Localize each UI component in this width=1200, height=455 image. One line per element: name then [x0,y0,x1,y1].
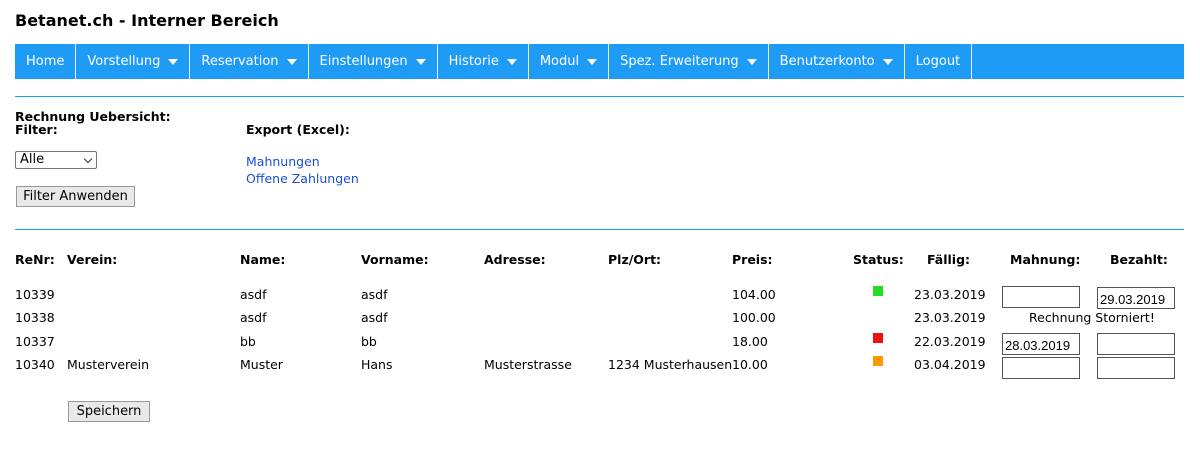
export-offene-zahlungen-link[interactable]: Offene Zahlungen [246,171,359,186]
nav-label: Modul [539,54,580,69]
cell-renr: 10338 [15,310,55,325]
col-header-adresse: Adresse: [484,252,546,267]
status-indicator [873,286,883,296]
export-label: Export (Excel): [246,122,350,137]
bezahlt-input[interactable] [1097,333,1175,355]
filter-label: Filter: [15,122,58,137]
divider [15,96,1184,97]
cell-preis: 18.00 [732,334,768,349]
status-indicator [873,356,883,366]
caret-down-icon [168,58,179,65]
nav-logout[interactable]: Logout [905,44,973,79]
col-header-verein: Verein: [67,252,118,267]
cell-name: Muster [240,357,283,372]
col-header-name: Name: [240,252,286,267]
col-header-bezahlt: Bezahlt: [1110,252,1168,267]
cell-preis: 100.00 [732,310,776,325]
save-button[interactable]: Speichern [68,401,150,422]
caret-down-icon [506,58,517,65]
nav-label: Benutzerkonto [779,54,875,69]
nav-historie[interactable]: Historie [438,44,529,79]
cell-faellig: 03.04.2019 [914,357,986,372]
col-header-status: Status: [853,252,904,267]
cell-name: asdf [240,310,267,325]
bezahlt-input[interactable] [1097,287,1175,309]
col-header-vorname: Vorname: [361,252,429,267]
nav-label: Reservation [201,54,279,69]
filter-select[interactable]: Alle [15,151,97,169]
cell-vorname: asdf [361,287,388,302]
bezahlt-input[interactable] [1097,357,1175,379]
page-title: Betanet.ch - Interner Bereich [15,11,279,30]
cell-preis: 104.00 [732,287,776,302]
cell-plzort: 1234 Musterhausen [608,357,733,372]
nav-vorstellung[interactable]: Vorstellung [76,44,191,79]
col-header-plzort: Plz/Ort: [608,252,662,267]
cell-renr: 10340 [15,357,55,372]
storno-note: Rechnung Storniert! [1029,310,1155,325]
nav-home[interactable]: Home [15,44,77,79]
caret-down-icon [415,58,426,65]
nav-label: Home [26,54,65,69]
cell-name: asdf [240,287,267,302]
cell-name: bb [240,334,256,349]
caret-down-icon [882,58,893,65]
cell-vorname: bb [361,334,377,349]
cell-vorname: Hans [361,357,393,372]
caret-down-icon [587,58,598,65]
divider [15,229,1184,230]
caret-down-icon [746,58,757,65]
col-header-mahnung: Mahnung: [1010,252,1081,267]
nav-benutzerkonto[interactable]: Benutzerkonto [769,44,905,79]
cell-faellig: 23.03.2019 [914,287,986,302]
nav-label: Logout [915,54,961,69]
cell-verein: Musterverein [67,357,149,372]
col-header-faellig: Fällig: [927,252,971,267]
filter-select-value: Alle [20,152,45,167]
cell-renr: 10339 [15,287,55,302]
mahnung-input[interactable] [1002,333,1080,355]
cell-adresse: Musterstrasse [484,357,572,372]
nav-label: Einstellungen [319,54,408,69]
filter-apply-button[interactable]: Filter Anwenden [16,186,135,207]
col-header-renr: ReNr: [15,252,55,267]
nav-label: Spez. Erweiterung [620,54,739,69]
nav-einstellungen[interactable]: Einstellungen [309,44,438,79]
cell-renr: 10337 [15,334,55,349]
chevron-down-icon [83,154,93,164]
col-header-preis: Preis: [732,252,773,267]
status-indicator [873,333,883,343]
main-nav: Home Vorstellung Reservation Einstellung… [15,44,1184,79]
cell-vorname: asdf [361,310,388,325]
mahnung-input[interactable] [1002,357,1080,379]
caret-down-icon [286,58,297,65]
cell-faellig: 22.03.2019 [914,334,986,349]
nav-reservation[interactable]: Reservation [190,44,309,79]
cell-preis: 10.00 [732,357,768,372]
cell-faellig: 23.03.2019 [914,310,986,325]
nav-modul[interactable]: Modul [529,44,610,79]
mahnung-input[interactable] [1002,286,1080,308]
nav-spez-erweiterung[interactable]: Spez. Erweiterung [609,44,769,79]
nav-label: Vorstellung [87,54,161,69]
nav-label: Historie [448,54,499,69]
export-mahnungen-link[interactable]: Mahnungen [246,154,320,169]
